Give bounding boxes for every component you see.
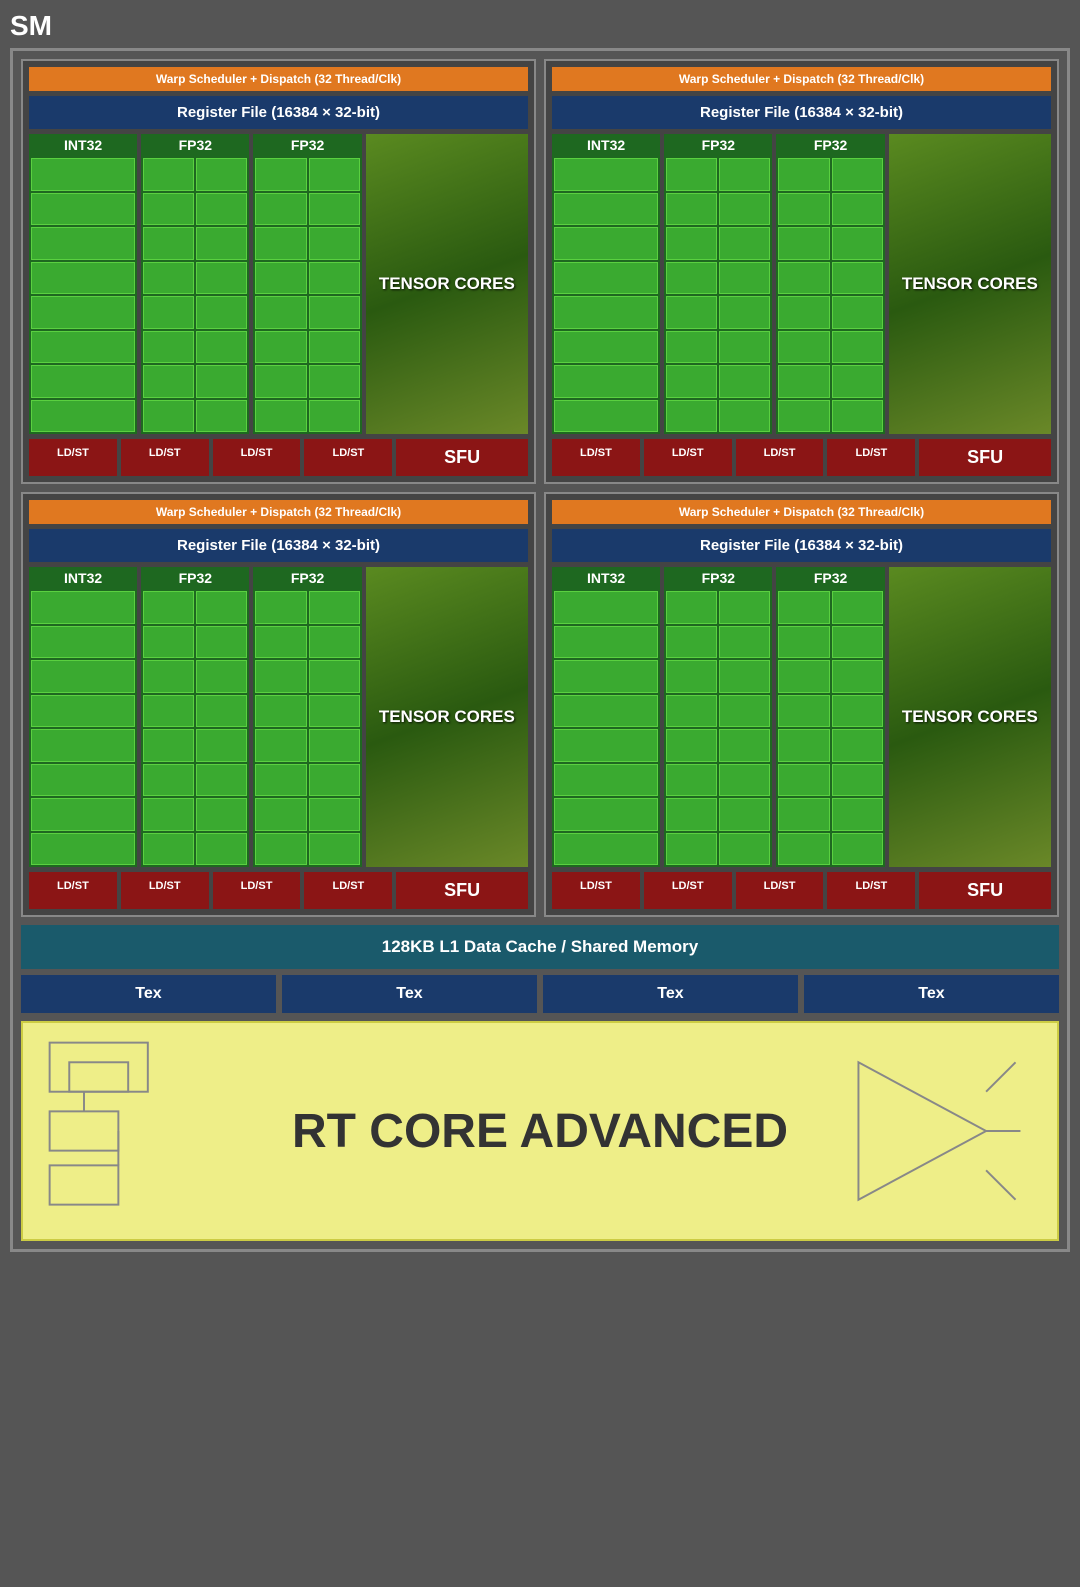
bottom-row-2: LD/ST LD/ST LD/ST LD/ST SFU <box>29 872 528 909</box>
int32-label-3: INT32 <box>552 567 660 589</box>
tensor-col-2: TENSOR CORES <box>366 567 528 867</box>
tensor-label-2: TENSOR CORES <box>379 706 515 728</box>
tex-1: Tex <box>282 975 537 1013</box>
tensor-col-1: TENSOR CORES <box>889 134 1051 434</box>
sm-label: SM <box>10 10 1070 42</box>
int32-col-2: INT32 <box>29 567 137 867</box>
int32-col-3: INT32 <box>552 567 660 867</box>
warp-scheduler-1: Warp Scheduler + Dispatch (32 Thread/Clk… <box>552 67 1051 91</box>
tex-3: Tex <box>804 975 1059 1013</box>
fp32-col1-0: FP32 <box>141 134 249 434</box>
fp32-1-label-0: FP32 <box>141 134 249 156</box>
tensor-label-3: TENSOR CORES <box>902 706 1038 728</box>
ldst-1-0: LD/ST <box>552 439 640 476</box>
int32-col-0: INT32 <box>29 134 137 434</box>
ldst-0-0: LD/ST <box>29 439 117 476</box>
cores-area-1: INT32 FP32 <box>552 134 1051 434</box>
fp32-col1-1: FP32 <box>664 134 772 434</box>
tex-2: Tex <box>543 975 798 1013</box>
ldst-3-2: LD/ST <box>736 872 824 909</box>
register-file-2: Register File (16384 × 32-bit) <box>29 529 528 562</box>
sm-grid: Warp Scheduler + Dispatch (32 Thread/Clk… <box>21 59 1059 917</box>
cores-area-3: INT32 FP32 <box>552 567 1051 867</box>
bottom-row-1: LD/ST LD/ST LD/ST LD/ST SFU <box>552 439 1051 476</box>
ldst-3-0: LD/ST <box>552 872 640 909</box>
warp-scheduler-2: Warp Scheduler + Dispatch (32 Thread/Clk… <box>29 500 528 524</box>
warp-scheduler-3: Warp Scheduler + Dispatch (32 Thread/Clk… <box>552 500 1051 524</box>
sm-unit-0: Warp Scheduler + Dispatch (32 Thread/Clk… <box>21 59 536 484</box>
register-file-0: Register File (16384 × 32-bit) <box>29 96 528 129</box>
warp-scheduler-0: Warp Scheduler + Dispatch (32 Thread/Clk… <box>29 67 528 91</box>
ldst-1-1: LD/ST <box>644 439 732 476</box>
fp32-2-label-0: FP32 <box>253 134 361 156</box>
fp32-col2-3: FP32 <box>776 567 884 867</box>
ldst-0-1: LD/ST <box>121 439 209 476</box>
ldst-2-2: LD/ST <box>213 872 301 909</box>
ldst-1-2: LD/ST <box>736 439 824 476</box>
register-file-1: Register File (16384 × 32-bit) <box>552 96 1051 129</box>
fp32-col2-1: FP32 <box>776 134 884 434</box>
sfu-3: SFU <box>919 872 1051 909</box>
fp32-col1-3: FP32 <box>664 567 772 867</box>
int32-label-1: INT32 <box>552 134 660 156</box>
fp32-2-label-1: FP32 <box>776 134 884 156</box>
tensor-col-0: TENSOR CORES <box>366 134 528 434</box>
sm-unit-2: Warp Scheduler + Dispatch (32 Thread/Clk… <box>21 492 536 917</box>
tensor-col-3: TENSOR CORES <box>889 567 1051 867</box>
ldst-2-3: LD/ST <box>304 872 392 909</box>
bottom-row-3: LD/ST LD/ST LD/ST LD/ST SFU <box>552 872 1051 909</box>
rt-diagram-right <box>837 1023 1037 1239</box>
fp32-2-label-3: FP32 <box>776 567 884 589</box>
fp32-1-label-3: FP32 <box>664 567 772 589</box>
sm-unit-3: Warp Scheduler + Dispatch (32 Thread/Clk… <box>544 492 1059 917</box>
ldst-2-1: LD/ST <box>121 872 209 909</box>
tensor-label-1: TENSOR CORES <box>902 273 1038 295</box>
main-container: Warp Scheduler + Dispatch (32 Thread/Clk… <box>10 48 1070 1252</box>
fp32-col1-2: FP32 <box>141 567 249 867</box>
rt-diagram-left <box>43 1023 233 1239</box>
bottom-row-0: LD/ST LD/ST LD/ST LD/ST SFU <box>29 439 528 476</box>
tex-row: Tex Tex Tex Tex <box>21 975 1059 1013</box>
int32-label-2: INT32 <box>29 567 137 589</box>
tex-0: Tex <box>21 975 276 1013</box>
sm-unit-1: Warp Scheduler + Dispatch (32 Thread/Clk… <box>544 59 1059 484</box>
fp32-1-label-1: FP32 <box>664 134 772 156</box>
ldst-3-1: LD/ST <box>644 872 732 909</box>
ldst-0-2: LD/ST <box>213 439 301 476</box>
rt-core-label: RT CORE ADVANCED <box>292 1104 788 1159</box>
ldst-3-3: LD/ST <box>827 872 915 909</box>
fp32-col2-2: FP32 <box>253 567 361 867</box>
fp32-col2-0: FP32 <box>253 134 361 434</box>
int32-col-1: INT32 <box>552 134 660 434</box>
fp32-2-label-2: FP32 <box>253 567 361 589</box>
ldst-2-0: LD/ST <box>29 872 117 909</box>
fp32-1-label-2: FP32 <box>141 567 249 589</box>
l1-cache: 128KB L1 Data Cache / Shared Memory <box>21 925 1059 969</box>
int32-label-0: INT32 <box>29 134 137 156</box>
ldst-0-3: LD/ST <box>304 439 392 476</box>
rt-core-area: RT CORE ADVANCED <box>21 1021 1059 1241</box>
register-file-3: Register File (16384 × 32-bit) <box>552 529 1051 562</box>
sfu-1: SFU <box>919 439 1051 476</box>
sfu-2: SFU <box>396 872 528 909</box>
sfu-0: SFU <box>396 439 528 476</box>
ldst-1-3: LD/ST <box>827 439 915 476</box>
cores-area-2: INT32 FP32 <box>29 567 528 867</box>
tensor-label-0: TENSOR CORES <box>379 273 515 295</box>
cores-area-0: INT32 FP32 <box>29 134 528 434</box>
